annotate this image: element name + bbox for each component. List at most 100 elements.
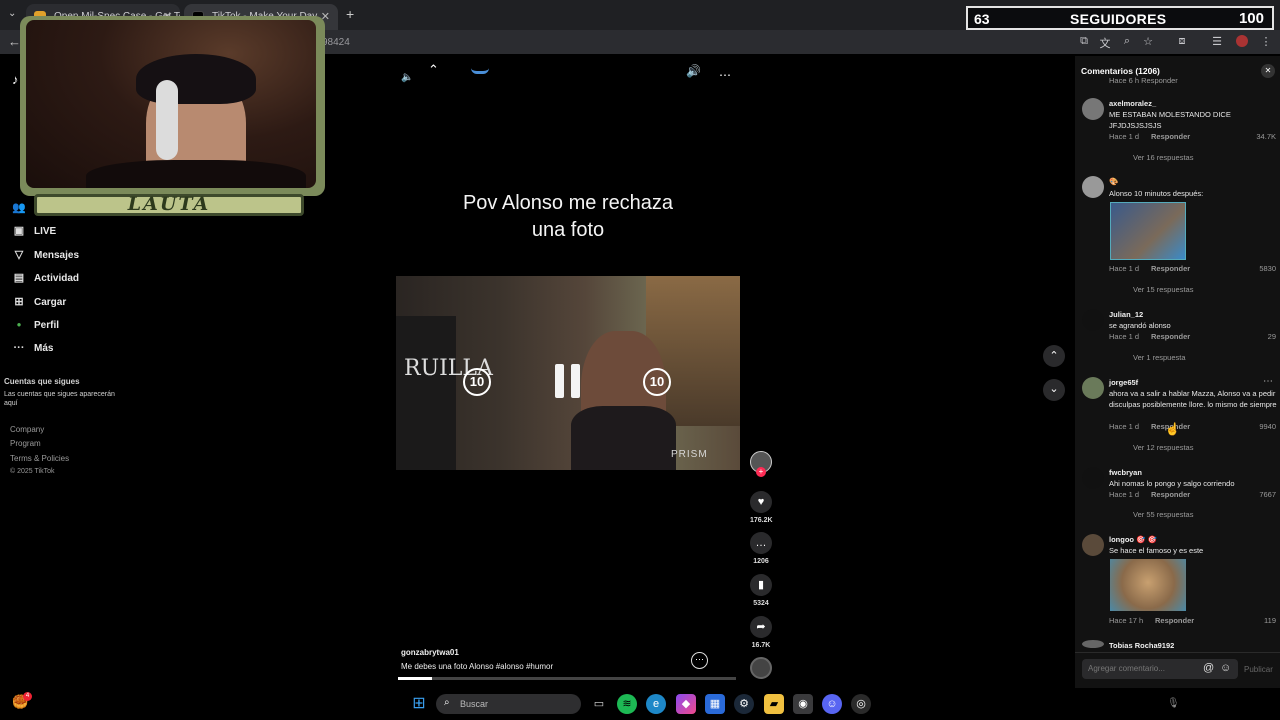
comment-avatar[interactable] [1082, 309, 1104, 331]
steam-icon[interactable]: ⚙ [734, 694, 754, 714]
reply-button[interactable]: Responder [1155, 616, 1194, 625]
footer-program[interactable]: Program [10, 439, 41, 448]
new-tab-button[interactable]: + [346, 6, 354, 22]
comment-username[interactable]: fwcbryan [1109, 468, 1142, 477]
comment-like-count[interactable]: 7667 [1240, 490, 1276, 499]
store-icon[interactable]: ▦ [705, 694, 725, 714]
more-options-button[interactable]: ⋯ [691, 652, 708, 669]
comment-avatar[interactable] [1082, 467, 1104, 489]
pause-button[interactable] [553, 362, 583, 400]
reply-button[interactable]: Responder [1151, 490, 1190, 499]
comment-avatar[interactable] [1082, 640, 1104, 648]
comment-username[interactable]: jorge65f [1109, 378, 1138, 387]
profile-icon: ● [16, 320, 22, 329]
microphone-icon[interactable]: 🎙 [1167, 698, 1180, 709]
forward-10-button[interactable]: 10 [643, 368, 671, 396]
close-comments-icon[interactable]: ✕ [1261, 64, 1275, 78]
like-button[interactable]: ♥ 176.2K [750, 491, 773, 524]
rewind-10-button[interactable]: 10 [463, 368, 491, 396]
install-app-icon[interactable]: ⧉ [1076, 35, 1092, 48]
view-replies[interactable]: Ver 55 respuestas [1133, 510, 1193, 519]
next-video-button[interactable]: ⌄ [1043, 379, 1065, 401]
reply-button[interactable]: Responder [1151, 332, 1190, 341]
save-button[interactable]: ▮ 5324 [750, 574, 772, 607]
previous-video-button[interactable]: ⌃ [1043, 345, 1065, 367]
tab-list-dropdown[interactable]: ⌄ [8, 8, 16, 19]
sidebar-item-cargar[interactable]: ⊞ Cargar [12, 295, 66, 309]
browser-menu-icon[interactable]: ⋮ [1258, 35, 1274, 48]
bookmark-star-icon[interactable]: ☆ [1140, 35, 1156, 48]
sound-on-icon[interactable]: 🔊 [686, 64, 701, 78]
comment-username[interactable]: 🎨 [1109, 177, 1118, 186]
comment-like-count[interactable]: 34.7K [1240, 132, 1276, 141]
copilot-icon[interactable]: ◆ [676, 694, 696, 714]
comment-avatar[interactable] [1082, 377, 1104, 399]
emoji-icon[interactable]: ☺ [1220, 662, 1231, 674]
discord-icon[interactable]: ☺ [822, 694, 842, 714]
comment-options-icon[interactable]: ⋯ [1263, 376, 1273, 387]
comment-avatar[interactable] [1082, 534, 1104, 556]
file-window-icon[interactable]: ▭ [589, 694, 609, 714]
save-count: 5324 [753, 600, 769, 607]
view-replies[interactable]: Ver 16 respuestas [1133, 153, 1193, 162]
translate-icon[interactable]: 文 [1097, 35, 1113, 51]
sidebar-item-mas[interactable]: ··· Más [12, 341, 54, 355]
sidebar-item-actividad[interactable]: ▤ Actividad [12, 271, 79, 285]
profile-avatar-icon[interactable] [1236, 35, 1248, 47]
url-text[interactable]: 98424 [322, 37, 350, 48]
footer-company[interactable]: Company [10, 425, 44, 434]
mention-icon[interactable]: @ [1203, 662, 1214, 674]
publish-button[interactable]: Publicar [1244, 665, 1273, 674]
view-replies[interactable]: Ver 12 respuestas [1133, 443, 1193, 452]
comment-image[interactable] [1110, 202, 1186, 260]
spotify-icon[interactable]: ≋ [617, 694, 637, 714]
tiktok-logo-icon[interactable]: ♪ [12, 72, 19, 87]
comment-like-count[interactable]: 9940 [1240, 422, 1276, 431]
obs-icon[interactable]: ◎ [851, 694, 871, 714]
view-replies[interactable]: Ver 15 respuestas [1133, 285, 1193, 294]
extensions-icon[interactable]: ⧈ [1174, 35, 1190, 48]
comment-like-count[interactable]: 29 [1240, 332, 1276, 341]
comment-username[interactable]: longoo 🎯 🎯 [1109, 535, 1157, 544]
author-avatar[interactable]: + [750, 451, 772, 477]
comment-username[interactable]: Julian_12 [1109, 310, 1143, 319]
zoom-icon[interactable]: ⌕ [1119, 35, 1135, 48]
sidebar-item-perfil[interactable]: ● Perfil [12, 318, 59, 332]
video-options-icon[interactable]: ⋯ [719, 68, 731, 82]
volume-icon[interactable]: 🔈 [401, 72, 413, 83]
sound-disc[interactable] [750, 657, 772, 679]
webcam-feed [26, 20, 316, 188]
share-button[interactable]: ➦ 16.7K [750, 616, 772, 649]
following-empty-text: Las cuentas que sigues aparecerán aquí [4, 391, 115, 407]
windows-start-icon[interactable]: ⊞ [409, 694, 429, 714]
edge-icon[interactable]: e [646, 694, 666, 714]
comment-avatar[interactable] [1082, 98, 1104, 120]
comment-avatar[interactable] [1082, 176, 1104, 198]
collapse-icon[interactable]: ⌃ [428, 62, 439, 78]
tab-search-icon[interactable]: ☰ [1209, 35, 1225, 48]
top-partial-meta: Hace 6 h Responder [1109, 76, 1178, 85]
upload-icon: ⊞ [14, 296, 24, 308]
footer-terms[interactable]: Terms & Policies [10, 454, 69, 463]
sidebar-item-mensajes[interactable]: ▽ Mensajes [12, 248, 79, 262]
comment-input[interactable]: Agregar comentario... [1082, 659, 1238, 679]
cast-icon[interactable] [471, 64, 489, 74]
comment-image[interactable] [1110, 559, 1186, 611]
footer-copyright: © 2025 TikTok [10, 468, 55, 475]
comment-like-count[interactable]: 5830 [1240, 264, 1276, 273]
reply-button[interactable]: Responder [1151, 264, 1190, 273]
file-explorer-icon[interactable]: ▰ [764, 694, 784, 714]
reply-button[interactable]: Responder [1151, 132, 1190, 141]
messages-icon: ▽ [14, 249, 24, 261]
video-caption: Pov Alonso me rechaza una foto [462, 192, 674, 241]
sidebar-item-live[interactable]: ▣ LIVE [12, 224, 56, 238]
comment-like-count[interactable]: 119 [1240, 616, 1276, 625]
comment-button[interactable]: … 1206 [750, 532, 772, 565]
comment-username[interactable]: axelmoralez_ [1109, 99, 1156, 108]
video-progress-bar[interactable] [398, 677, 736, 680]
view-replies[interactable]: Ver 1 respuesta [1133, 353, 1186, 362]
chrome-icon[interactable]: ◉ [793, 694, 813, 714]
video-author[interactable]: gonzabrytwa01 [401, 648, 459, 657]
taskbar-search[interactable]: ⌕ Buscar [436, 694, 581, 714]
comment-username[interactable]: Tobias Rocha9192 [1109, 641, 1174, 650]
